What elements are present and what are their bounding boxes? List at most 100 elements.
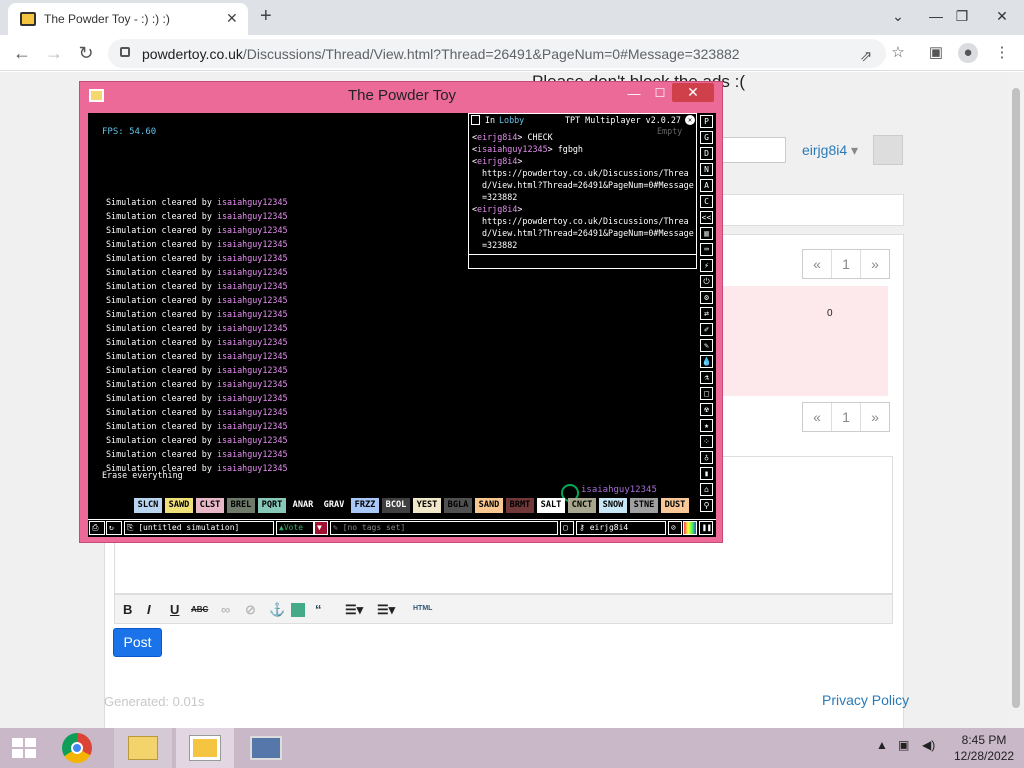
category-icon[interactable]: ▮ — [700, 467, 713, 480]
category-icon[interactable]: ⚡ — [700, 259, 713, 272]
share-icon[interactable]: ⇗ — [856, 47, 876, 67]
chat-input[interactable] — [469, 254, 696, 268]
numbered-list-icon[interactable]: ☰▾ — [377, 602, 395, 618]
pager-next[interactable]: » — [861, 403, 889, 431]
pause-icon[interactable]: ❚❚ — [699, 521, 713, 535]
element-dust[interactable]: DUST — [661, 498, 689, 513]
link-icon[interactable]: ∞ — [221, 602, 230, 617]
post-button[interactable]: Post — [113, 628, 162, 657]
pager-page-1[interactable]: 1 — [832, 250, 861, 278]
element-slcn[interactable]: SLCN — [134, 498, 162, 513]
category-icon[interactable]: ⚗ — [700, 371, 713, 384]
html-button[interactable]: HTML — [413, 605, 432, 612]
category-icon[interactable]: ⌂ — [700, 483, 713, 496]
restore-button[interactable]: ❐ — [950, 4, 974, 28]
menu-button-n[interactable]: N — [700, 163, 713, 176]
element-grav[interactable]: GRAV — [320, 498, 348, 513]
new-tab-button[interactable]: + — [260, 5, 272, 28]
element-frzz[interactable]: FRZZ — [351, 498, 379, 513]
tab-close-icon[interactable]: ✕ — [226, 10, 238, 27]
pager-next[interactable]: » — [861, 250, 889, 278]
forward-arrow-icon[interactable]: → — [42, 41, 66, 65]
strike-button[interactable]: ABC — [191, 605, 208, 614]
category-icon[interactable]: ⁘ — [700, 435, 713, 448]
pager-page-1[interactable]: 1 — [832, 403, 861, 431]
keyboard-taskbar-icon[interactable] — [236, 728, 294, 768]
element-cnct[interactable]: CNCT — [568, 498, 596, 513]
category-icon[interactable]: ▥ — [700, 227, 713, 240]
side-panel-icon[interactable]: ▣ — [926, 43, 946, 63]
italic-button[interactable]: I — [147, 602, 151, 617]
open-save-icon[interactable]: ⎙ — [89, 521, 105, 535]
element-bcol[interactable]: BCOL — [382, 498, 410, 513]
category-icon[interactable]: ⌨ — [700, 243, 713, 256]
browser-tab[interactable]: The Powder Toy - :) :) :) ✕ — [8, 3, 248, 35]
element-pqrt[interactable]: PQRT — [258, 498, 286, 513]
category-icon[interactable]: ⚙ — [700, 291, 713, 304]
quote-icon[interactable]: “ — [315, 602, 322, 617]
category-icon[interactable]: □ — [700, 387, 713, 400]
save-name-button[interactable]: ⎘ [untitled simulation] — [124, 521, 274, 535]
element-clst[interactable]: CLST — [196, 498, 224, 513]
element-bgla[interactable]: BGLA — [444, 498, 472, 513]
anchor-icon[interactable]: ⚓ — [269, 602, 285, 618]
powder-toy-taskbar-icon[interactable] — [176, 728, 234, 768]
category-icon[interactable]: ✐ — [700, 323, 713, 336]
avatar[interactable] — [873, 135, 903, 165]
file-explorer-taskbar-icon[interactable] — [114, 728, 172, 768]
page-scrollbar[interactable] — [1008, 72, 1024, 728]
tray-expand-icon[interactable]: ▲ — [876, 738, 888, 752]
reload-icon[interactable]: ↻ — [74, 41, 98, 65]
close-window-button[interactable]: ✕ — [990, 4, 1014, 28]
menu-button-g[interactable]: G — [700, 131, 713, 144]
new-sim-icon[interactable]: ▢ — [560, 521, 574, 535]
address-bar[interactable]: powdertoy.co.uk/Discussions/Thread/View.… — [108, 39, 886, 68]
element-anar[interactable]: ANAR — [289, 498, 317, 513]
menu-button-c[interactable]: C — [700, 195, 713, 208]
volume-icon[interactable]: ◀) — [922, 738, 935, 752]
element-sand[interactable]: SAND — [475, 498, 503, 513]
bullet-list-icon[interactable]: ☰▾ — [345, 602, 363, 618]
category-icon[interactable]: ✎ — [700, 339, 713, 352]
element-brel[interactable]: BREL — [227, 498, 255, 513]
menu-button-a[interactable]: A — [700, 179, 713, 192]
bold-button[interactable]: B — [123, 602, 132, 617]
login-button[interactable]: ⚷ eirjg8i4 — [576, 521, 666, 535]
pt-close-button[interactable]: ✕ — [672, 83, 714, 102]
category-icon[interactable]: ⚲ — [700, 499, 713, 512]
category-icon[interactable]: ★ — [700, 419, 713, 432]
clock[interactable]: 8:45 PM 12/28/2022 — [954, 732, 1014, 764]
chat-resize-icon[interactable] — [471, 115, 480, 125]
pagination-top[interactable]: « 1 » — [802, 249, 890, 279]
pager-prev[interactable]: « — [803, 250, 832, 278]
element-brmt[interactable]: BRMT — [506, 498, 534, 513]
simulation-canvas[interactable]: FPS: 54.60 Simulation cleared by isaiahg… — [88, 113, 716, 537]
menu-button-collapsecollapse[interactable]: << — [700, 211, 713, 224]
tags-button[interactable]: ✎ [no tags set] — [330, 521, 558, 535]
underline-button[interactable]: U — [170, 602, 179, 617]
image-icon[interactable] — [291, 603, 305, 617]
pt-minimize-button[interactable]: — — [626, 86, 642, 102]
pager-prev[interactable]: « — [803, 403, 832, 431]
vote-up-button[interactable]: ▲Vote — [276, 521, 314, 535]
search-input[interactable] — [718, 137, 786, 163]
element-snow[interactable]: SNOW — [599, 498, 627, 513]
pagination-bottom[interactable]: « 1 » — [802, 402, 890, 432]
back-arrow-icon[interactable]: ← — [10, 41, 34, 65]
tab-search-icon[interactable]: ⌄ — [886, 4, 910, 28]
category-icon[interactable]: ⇄ — [700, 307, 713, 320]
renderer-icon[interactable] — [683, 521, 697, 535]
settings-icon[interactable]: ⊘ — [668, 521, 682, 535]
profile-icon[interactable]: ● — [958, 43, 978, 63]
network-icon[interactable]: ▣ — [898, 738, 909, 752]
unlink-icon[interactable]: ⊘ — [245, 602, 256, 618]
minimize-button[interactable]: — — [924, 4, 948, 28]
element-salt[interactable]: SALT — [537, 498, 565, 513]
category-icon[interactable]: ♁ — [700, 451, 713, 464]
category-icon[interactable]: ☢ — [700, 403, 713, 416]
bookmark-star-icon[interactable]: ☆ — [888, 43, 908, 63]
pt-maximize-button[interactable]: ☐ — [652, 86, 668, 102]
element-yest[interactable]: YEST — [413, 498, 441, 513]
element-stne[interactable]: STNE — [630, 498, 658, 513]
category-icon[interactable]: 💧 — [700, 355, 713, 368]
